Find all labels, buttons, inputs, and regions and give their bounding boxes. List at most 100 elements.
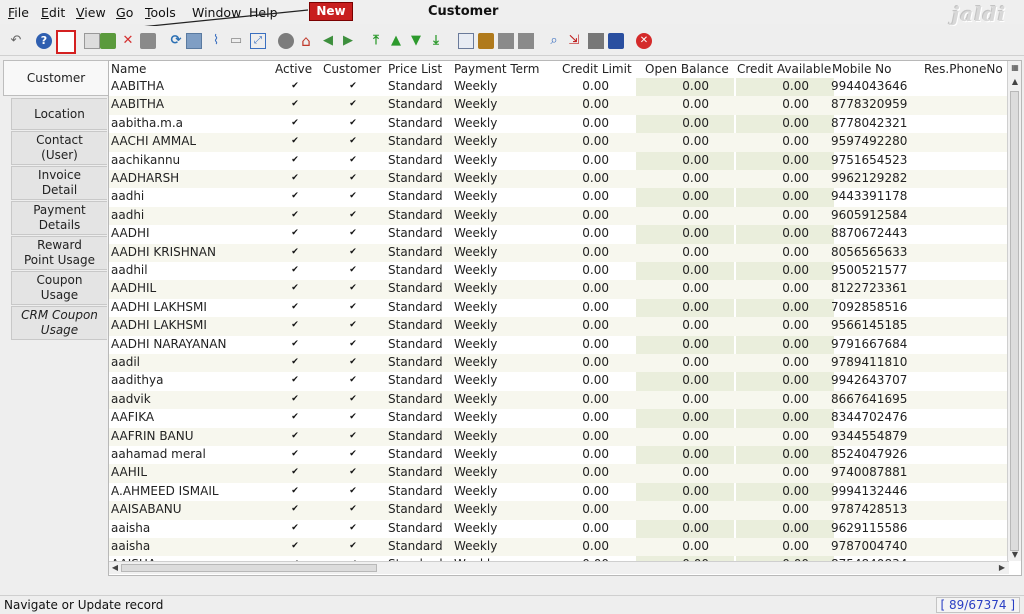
scroll-left-icon[interactable]: ◀	[109, 562, 121, 574]
tab-customer[interactable]: Customer	[3, 60, 108, 96]
active-checkbox-icon[interactable]: ✔	[291, 505, 299, 514]
table-row[interactable]: aadithya Standard Weekly 0.00 0.00 0.00 994264…	[109, 372, 1007, 390]
table-row[interactable]: aaisha Standard Weekly 0.00 0.00 0.00 97870047…	[109, 538, 1007, 557]
table-row[interactable]: aachikannu Standard Weekly 0.00 0.00 0.00 9751…	[109, 152, 1007, 170]
active-checkbox-icon[interactable]: ✔	[291, 100, 299, 109]
active-checkbox-icon[interactable]: ✔	[291, 339, 299, 348]
database-icon[interactable]	[608, 33, 624, 49]
customer-checkbox-icon[interactable]: ✔	[349, 247, 357, 256]
table-row[interactable]: AABITHA Standard Weekly 0.00 0.00 0.00 8778320…	[109, 96, 1007, 115]
vertical-scrollbar[interactable]: ▦ ▲ ▼	[1007, 61, 1021, 561]
table-row[interactable]: AAFIKA Standard Weekly 0.00 0.00 0.00 83447024…	[109, 409, 1007, 427]
active-checkbox-icon[interactable]: ✔	[291, 302, 299, 311]
menu-view[interactable]: View	[76, 5, 106, 20]
delete-icon[interactable]: ✕	[120, 33, 136, 49]
menu-window[interactable]: Window	[192, 5, 241, 20]
table-row[interactable]: AAFRIN BANU Standard Weekly 0.00 0.00 0.00 934…	[109, 427, 1007, 446]
active-checkbox-icon[interactable]: ✔	[291, 82, 299, 91]
column-header-open-balance[interactable]: Open Balance	[645, 62, 729, 76]
table-row[interactable]: aadhi Standard Weekly 0.00 0.00 0.00 944339117…	[109, 188, 1007, 206]
table-row[interactable]: AAISABANU Standard Weekly 0.00 0.00 0.00 97874…	[109, 501, 1007, 520]
find-icon[interactable]	[186, 33, 202, 49]
column-header-customer[interactable]: Customer	[323, 62, 381, 76]
customer-checkbox-icon[interactable]: ✔	[349, 376, 357, 385]
table-row[interactable]: aabitha.m.a Standard Weekly 0.00 0.00 0.00 877…	[109, 115, 1007, 133]
table-row[interactable]: AADHI KRISHNAN Standard Weekly 0.00 0.00 0.00…	[109, 243, 1007, 262]
customer-checkbox-icon[interactable]: ✔	[349, 100, 357, 109]
table-row[interactable]: aadhil Standard Weekly 0.00 0.00 0.00 95005215…	[109, 262, 1007, 280]
table-row[interactable]: AACHI AMMAL Standard Weekly 0.00 0.00 0.00 959…	[109, 133, 1007, 152]
customer-checkbox-icon[interactable]: ✔	[349, 450, 357, 459]
customer-checkbox-icon[interactable]: ✔	[349, 266, 357, 275]
active-checkbox-icon[interactable]: ✔	[291, 174, 299, 183]
last-record-icon[interactable]: ⤓	[428, 33, 444, 49]
record-counter[interactable]: [ 89/67374 ]	[935, 597, 1020, 613]
table-row[interactable]: A.AHMEED ISMAIL Standard Weekly 0.00 0.00 0.0…	[109, 483, 1007, 501]
new-record-button[interactable]	[56, 30, 76, 54]
tab-crm-coupon-usage[interactable]: CRM Coupon Usage	[11, 306, 107, 340]
column-header-active[interactable]: Active	[275, 62, 312, 76]
active-checkbox-icon[interactable]: ✔	[291, 266, 299, 275]
active-checkbox-icon[interactable]: ✔	[291, 155, 299, 164]
save-icon[interactable]	[100, 33, 116, 49]
scroll-up-icon[interactable]: ▲	[1009, 76, 1021, 88]
customer-checkbox-icon[interactable]: ✔	[349, 358, 357, 367]
attachment-icon[interactable]: ⌇	[208, 33, 224, 49]
customer-checkbox-icon[interactable]: ✔	[349, 137, 357, 146]
column-header-payment-term[interactable]: Payment Term	[454, 62, 539, 76]
customer-checkbox-icon[interactable]: ✔	[349, 210, 357, 219]
table-row[interactable]: AABITHA Standard Weekly 0.00 0.00 0.00 9944043…	[109, 78, 1007, 96]
active-checkbox-icon[interactable]: ✔	[291, 468, 299, 477]
column-header-name[interactable]: Name	[111, 62, 146, 76]
print-preview-icon[interactable]	[498, 33, 514, 49]
chat-icon[interactable]: ▭	[228, 33, 244, 49]
table-row[interactable]: aadhi Standard Weekly 0.00 0.00 0.00 960591258…	[109, 206, 1007, 226]
column-header-mobile-no[interactable]: Mobile No	[832, 62, 892, 76]
menu-help[interactable]: Help	[249, 5, 278, 20]
active-checkbox-icon[interactable]: ✔	[291, 358, 299, 367]
table-row[interactable]: AAHIL Standard Weekly 0.00 0.00 0.00 974008788…	[109, 464, 1007, 483]
archive-icon[interactable]	[478, 33, 494, 49]
customer-checkbox-icon[interactable]: ✔	[349, 339, 357, 348]
active-checkbox-icon[interactable]: ✔	[291, 229, 299, 238]
active-checkbox-icon[interactable]: ✔	[291, 431, 299, 440]
customer-checkbox-icon[interactable]: ✔	[349, 302, 357, 311]
tab-reward-point-usage[interactable]: Reward Point Usage	[11, 236, 107, 270]
column-header-res-phone[interactable]: Res.PhoneNo	[924, 62, 1003, 76]
customer-checkbox-icon[interactable]: ✔	[349, 523, 357, 532]
customer-checkbox-icon[interactable]: ✔	[349, 542, 357, 551]
active-checkbox-icon[interactable]: ✔	[291, 486, 299, 495]
table-row[interactable]: AADHI LAKHSMI Standard Weekly 0.00 0.00 0.00 9…	[109, 317, 1007, 336]
refresh-icon[interactable]: ⟳	[168, 33, 184, 49]
active-checkbox-icon[interactable]: ✔	[291, 118, 299, 127]
expand-icon[interactable]: ⤢	[250, 33, 266, 49]
customer-checkbox-icon[interactable]: ✔	[349, 118, 357, 127]
customer-checkbox-icon[interactable]: ✔	[349, 486, 357, 495]
print-record-icon[interactable]	[140, 33, 156, 49]
active-checkbox-icon[interactable]: ✔	[291, 413, 299, 422]
column-header-credit-available[interactable]: Credit Available	[737, 62, 831, 76]
active-checkbox-icon[interactable]: ✔	[291, 192, 299, 201]
help-icon[interactable]: ?	[36, 33, 52, 49]
tab-contact-user[interactable]: Contact (User)	[11, 131, 107, 165]
table-row[interactable]: aahamad meral Standard Weekly 0.00 0.00 0.00 8…	[109, 446, 1007, 464]
customer-checkbox-icon[interactable]: ✔	[349, 468, 357, 477]
first-record-icon[interactable]: ⤒	[368, 33, 384, 49]
vertical-scroll-thumb[interactable]	[1010, 91, 1019, 551]
table-row[interactable]: AADHI LAKHSMI Standard Weekly 0.00 0.00 0.00 7…	[109, 299, 1007, 317]
customer-checkbox-icon[interactable]: ✔	[349, 413, 357, 422]
menu-tools[interactable]: Tools	[145, 5, 176, 20]
copy-record-icon[interactable]	[84, 33, 100, 49]
home-icon[interactable]: ⌂	[298, 33, 314, 49]
tab-payment-details[interactable]: Payment Details	[11, 201, 107, 235]
horizontal-scrollbar[interactable]: ◀ ▶	[109, 561, 1009, 574]
customer-checkbox-icon[interactable]: ✔	[349, 155, 357, 164]
table-row[interactable]: aaisha Standard Weekly 0.00 0.00 0.00 96291155…	[109, 520, 1007, 538]
active-checkbox-icon[interactable]: ✔	[291, 450, 299, 459]
scroll-down-icon[interactable]: ▼	[1009, 549, 1021, 561]
next-record-icon[interactable]: ▶	[340, 33, 356, 49]
active-checkbox-icon[interactable]: ✔	[291, 210, 299, 219]
menu-file[interactable]: File	[8, 5, 29, 20]
table-row[interactable]: AADHIL Standard Weekly 0.00 0.00 0.00 81227233…	[109, 280, 1007, 299]
active-checkbox-icon[interactable]: ✔	[291, 523, 299, 532]
